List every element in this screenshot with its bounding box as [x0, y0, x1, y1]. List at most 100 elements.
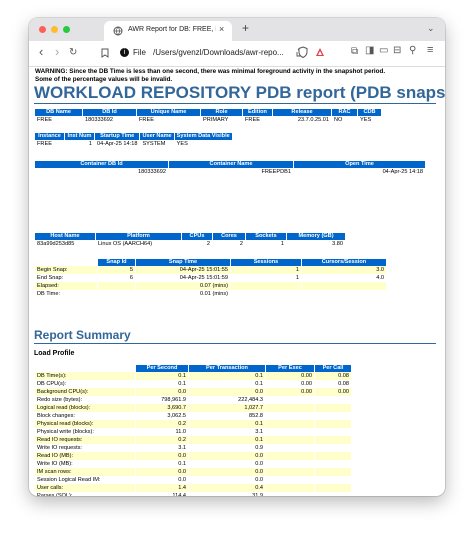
table-cell: 0.0 — [189, 460, 265, 468]
table-cell: 0.2 — [136, 420, 188, 428]
table-row: 83a99d253d85 Linux OS (AARCH64) 2 2 1 3.… — [35, 240, 345, 248]
table-cell: 31.9 — [189, 492, 265, 496]
table-cell: NO — [332, 116, 357, 124]
zoom-window-icon[interactable] — [63, 26, 70, 33]
back-icon[interactable]: ‹ — [39, 44, 43, 59]
reader-mode-icon[interactable]: ▭ — [379, 45, 388, 56]
column-header: Sockets — [246, 233, 286, 240]
table-cell — [315, 428, 351, 436]
wallet-icon[interactable]: ⊟ — [393, 45, 401, 56]
table-cell: FREE — [35, 116, 82, 124]
table-cell: 852.8 — [189, 412, 265, 420]
column-header: Role — [201, 109, 242, 116]
extensions-icon[interactable]: ⧉ — [351, 46, 358, 57]
table-cell: 0.9 — [189, 444, 265, 452]
table-cell: 04-Apr-25 14:18 — [294, 168, 425, 176]
brave-shield-icon[interactable] — [298, 46, 308, 58]
table-cell: Write IO requests: — [35, 444, 135, 452]
table-cell — [266, 412, 314, 420]
bookmark-icon[interactable] — [101, 48, 109, 58]
table-cell — [98, 282, 135, 290]
table-cell — [315, 484, 351, 492]
table-cell: 114.4 — [136, 492, 188, 496]
close-window-icon[interactable] — [39, 26, 46, 33]
sidebar-icon[interactable]: ◨ — [365, 45, 374, 56]
table-cell — [315, 492, 351, 496]
rewards-icon[interactable] — [315, 47, 325, 57]
table-cell — [266, 404, 314, 412]
column-header: Release — [273, 109, 331, 116]
table-cell: 0.08 — [315, 372, 351, 380]
table-row: End Snap: 6 04-Apr-25 15:01:59 1 4.0 — [35, 274, 386, 282]
load-profile-table: Per Second Per Transaction Per Exec Per … — [34, 365, 352, 496]
column-header: DB Name — [35, 109, 82, 116]
table-cell: Elapsed: — [35, 282, 97, 290]
chevron-down-icon[interactable]: ⌄ — [427, 23, 435, 34]
table-cell — [302, 290, 386, 298]
vpn-icon[interactable]: ⚲ — [409, 45, 416, 56]
table-cell — [266, 436, 314, 444]
globe-icon — [113, 26, 123, 36]
table-cell: 0.4 — [189, 484, 265, 492]
container-table: Container DB Id Container Name Open Time… — [34, 161, 426, 176]
table-cell — [266, 396, 314, 404]
table-row: Begin Snap: 5 04-Apr-25 15:01:55 1 3.0 — [35, 266, 386, 274]
table-cell: DB CPU(s): — [35, 380, 135, 388]
table-cell: 3.1 — [189, 428, 265, 436]
toolbar: ‹ › ↻ i File /Users/gvenzl/Downloads/awr… — [29, 41, 445, 67]
table-cell: 0.0 — [136, 452, 188, 460]
table-cell: 0.1 — [189, 420, 265, 428]
tab-close-icon[interactable]: × — [219, 24, 224, 34]
url-bar[interactable]: i File /Users/gvenzl/Downloads/awr-repo.… — [120, 44, 370, 62]
warning-line-1: WARNING: Since the DB Time is less than … — [35, 68, 386, 75]
forward-icon[interactable]: › — [55, 44, 59, 59]
column-header: Unique Name — [137, 109, 200, 116]
column-header: Container Name — [169, 161, 293, 168]
table-cell — [315, 444, 351, 452]
table-row: Read IO requests: 0.2 0.1 — [35, 436, 351, 444]
table-cell — [315, 436, 351, 444]
table-cell: 3.1 — [136, 444, 188, 452]
table-header-row: DB Name DB Id Unique Name Role Edition R… — [35, 109, 381, 116]
menu-icon[interactable]: ≡ — [427, 44, 433, 56]
load-profile-rows: DB Time(s): 0.1 0.1 0.00 0.08 DB CPU(s): 0.1 0.… — [35, 372, 351, 496]
table-cell: End Snap: — [35, 274, 97, 282]
table-cell: 1.4 — [136, 484, 188, 492]
section-divider — [34, 343, 436, 344]
table-cell: 3,690.7 — [136, 404, 188, 412]
table-row: Elapsed: 0.07 (mins) — [35, 282, 386, 290]
info-icon: i — [120, 48, 129, 57]
table-header-row: Container DB Id Container Name Open Time — [35, 161, 425, 168]
table-cell: 1,027.7 — [189, 404, 265, 412]
title-divider — [34, 103, 436, 104]
column-header — [35, 365, 135, 372]
reload-icon[interactable]: ↻ — [69, 47, 77, 58]
table-cell: YES — [358, 116, 381, 124]
table-row: Background CPU(s): 0.0 0.0 0.00 0.00 — [35, 388, 351, 396]
table-cell — [315, 452, 351, 460]
table-row: Write IO (MB): 0.1 0.0 — [35, 460, 351, 468]
table-cell — [315, 468, 351, 476]
table-cell: 4.0 — [302, 274, 386, 282]
column-header: Startup Time — [95, 133, 140, 140]
db-info-table: DB Name DB Id Unique Name Role Edition R… — [34, 109, 382, 124]
table-cell: Logical read (blocks): — [35, 404, 135, 412]
table-cell — [266, 452, 314, 460]
table-cell: Redo size (bytes): — [35, 396, 135, 404]
report-title: WORKLOAD REPOSITORY PDB report (PDB snap… — [34, 83, 445, 102]
table-cell: 0.08 — [315, 380, 351, 388]
minimize-window-icon[interactable] — [51, 26, 58, 33]
table-cell: 0.2 — [136, 436, 188, 444]
table-cell: 6 — [98, 274, 135, 282]
table-cell — [315, 412, 351, 420]
table-cell: 04-Apr-25 15:01:55 — [136, 266, 230, 274]
url-text[interactable]: /Users/gvenzl/Downloads/awr-repo... — [153, 48, 291, 57]
table-row: Physical read (blocks): 0.2 0.1 — [35, 420, 351, 428]
table-cell — [231, 290, 301, 298]
table-row: Redo size (bytes): 798,961.9 222,484.3 — [35, 396, 351, 404]
table-cell: 1 — [246, 240, 286, 248]
tab-awr-report[interactable]: AWR Report for DB: FREE, In × — [104, 21, 232, 41]
column-header: Per Second — [136, 365, 188, 372]
table-cell — [315, 404, 351, 412]
new-tab-button[interactable]: + — [242, 21, 249, 35]
